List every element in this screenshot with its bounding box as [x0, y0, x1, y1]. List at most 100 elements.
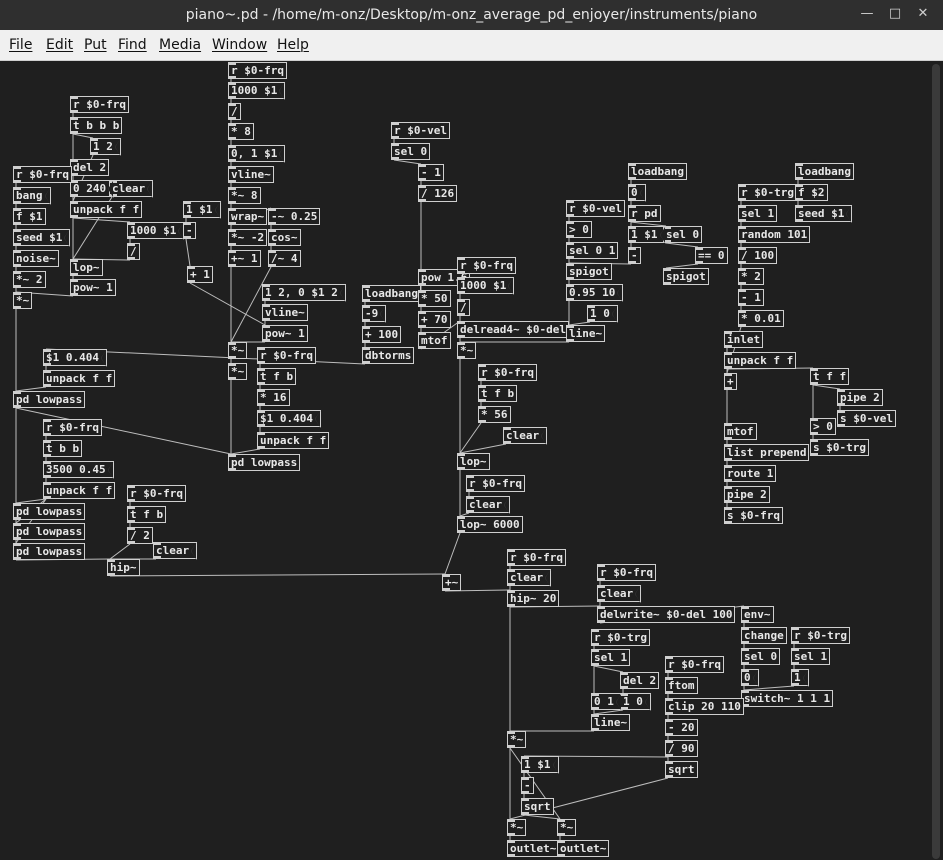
object-box[interactable]: outlet~ — [557, 840, 610, 857]
object-box[interactable]: sel 1 — [738, 205, 778, 222]
inlet[interactable] — [44, 350, 51, 352]
object-box[interactable]: wrap~ — [228, 208, 268, 225]
outlet[interactable] — [522, 791, 529, 793]
outlet[interactable] — [508, 563, 515, 565]
message-box[interactable]: $1 0.404 — [257, 410, 321, 428]
inlet[interactable] — [739, 185, 746, 187]
object-box[interactable]: r $0-frq — [478, 364, 537, 381]
message-box[interactable]: 1 2, 0 $1 2 — [262, 284, 346, 302]
inlet[interactable] — [725, 424, 732, 426]
object-box[interactable]: delread4~ $0-del — [457, 321, 569, 338]
outlet[interactable] — [363, 319, 370, 321]
outlet[interactable] — [14, 222, 21, 224]
object-box[interactable]: pd lowpass — [13, 503, 86, 520]
outlet[interactable] — [258, 424, 265, 426]
outlet[interactable] — [91, 152, 98, 154]
outlet[interactable] — [44, 475, 51, 477]
object-box[interactable]: /~ 4 — [268, 250, 301, 267]
object-box[interactable]: mtof — [724, 423, 757, 440]
object-box[interactable]: pd lowpass — [13, 543, 86, 560]
inlet[interactable] — [629, 185, 636, 187]
inlet[interactable] — [666, 657, 673, 659]
inlet[interactable] — [128, 486, 135, 488]
object-box[interactable]: inlet — [724, 331, 764, 348]
outlet[interactable] — [363, 340, 370, 342]
object-box[interactable]: vline~ — [262, 304, 308, 321]
outlet[interactable] — [71, 215, 78, 217]
outlet[interactable] — [392, 136, 399, 138]
outlet[interactable] — [508, 604, 515, 606]
inlet[interactable] — [666, 720, 673, 722]
inlet[interactable] — [522, 757, 529, 759]
inlet[interactable] — [558, 820, 565, 822]
outlet[interactable] — [229, 96, 236, 98]
patch-cord[interactable] — [812, 384, 841, 390]
object-box[interactable]: t f f — [810, 368, 850, 385]
object-box[interactable]: - — [521, 777, 534, 794]
inlet[interactable] — [229, 251, 236, 253]
object-box[interactable]: *~ — [228, 363, 248, 380]
outlet[interactable] — [467, 510, 474, 512]
message-box[interactable]: 1 0 — [620, 693, 651, 711]
inlet[interactable] — [742, 670, 749, 672]
outlet[interactable] — [588, 319, 595, 321]
message-box[interactable]: 1000 $1 — [228, 82, 286, 100]
object-box[interactable]: hip~ 20 — [507, 590, 560, 607]
outlet[interactable] — [14, 517, 21, 519]
object-box[interactable]: r pd — [628, 205, 661, 222]
inlet[interactable] — [666, 678, 673, 680]
outlet[interactable] — [796, 177, 803, 179]
outlet[interactable] — [71, 273, 78, 275]
object-box[interactable]: r $0-frq — [466, 475, 525, 492]
outlet[interactable] — [558, 833, 565, 835]
object-box[interactable]: f $2 — [795, 184, 828, 201]
object-box[interactable]: r $0-frq — [43, 419, 102, 436]
object-box[interactable]: *~ — [507, 819, 527, 836]
inlet[interactable] — [363, 327, 370, 329]
inlet[interactable] — [14, 251, 21, 253]
message-box[interactable]: 0 1 — [591, 693, 622, 711]
object-box[interactable]: / — [228, 103, 241, 120]
outlet[interactable] — [44, 433, 51, 435]
message-box[interactable]: 1 $1 — [628, 226, 666, 244]
outlet[interactable] — [419, 178, 426, 180]
inlet[interactable] — [14, 544, 21, 546]
outlet[interactable] — [666, 775, 673, 777]
object-box[interactable]: loadbang — [795, 163, 854, 180]
inlet[interactable] — [14, 293, 21, 295]
outlet[interactable] — [269, 243, 276, 245]
outlet[interactable] — [666, 754, 673, 756]
inlet[interactable] — [229, 188, 236, 190]
inlet[interactable] — [739, 248, 746, 250]
outlet[interactable] — [258, 446, 265, 448]
inlet[interactable] — [664, 269, 671, 271]
inlet[interactable] — [666, 699, 673, 701]
inlet[interactable] — [621, 673, 628, 675]
message-box[interactable]: 1 $1 — [521, 756, 559, 774]
outlet[interactable] — [184, 236, 191, 238]
inlet[interactable] — [508, 550, 515, 552]
inlet[interactable] — [14, 524, 21, 526]
inlet[interactable] — [44, 371, 51, 373]
inlet[interactable] — [229, 167, 236, 169]
outlet[interactable] — [154, 556, 161, 558]
object-box[interactable]: del 2 — [620, 672, 660, 689]
object-box[interactable]: - 20 — [665, 719, 698, 736]
outlet[interactable] — [567, 214, 574, 216]
inlet[interactable] — [467, 476, 474, 478]
inlet[interactable] — [742, 607, 749, 609]
inlet[interactable] — [598, 586, 605, 588]
object-box[interactable]: clip 20 110 — [665, 698, 744, 715]
outlet[interactable] — [229, 201, 236, 203]
outlet[interactable] — [479, 420, 486, 422]
outlet[interactable] — [467, 489, 474, 491]
object-box[interactable]: * 56 — [478, 406, 511, 423]
inlet[interactable] — [419, 312, 426, 314]
object-box[interactable]: ftom — [665, 677, 698, 694]
inlet[interactable] — [258, 348, 265, 350]
object-box[interactable]: *~ 2 — [13, 271, 46, 288]
inlet[interactable] — [363, 348, 370, 350]
outlet[interactable] — [363, 361, 370, 363]
object-box[interactable]: - — [628, 247, 641, 264]
object-box[interactable]: + — [724, 373, 737, 390]
